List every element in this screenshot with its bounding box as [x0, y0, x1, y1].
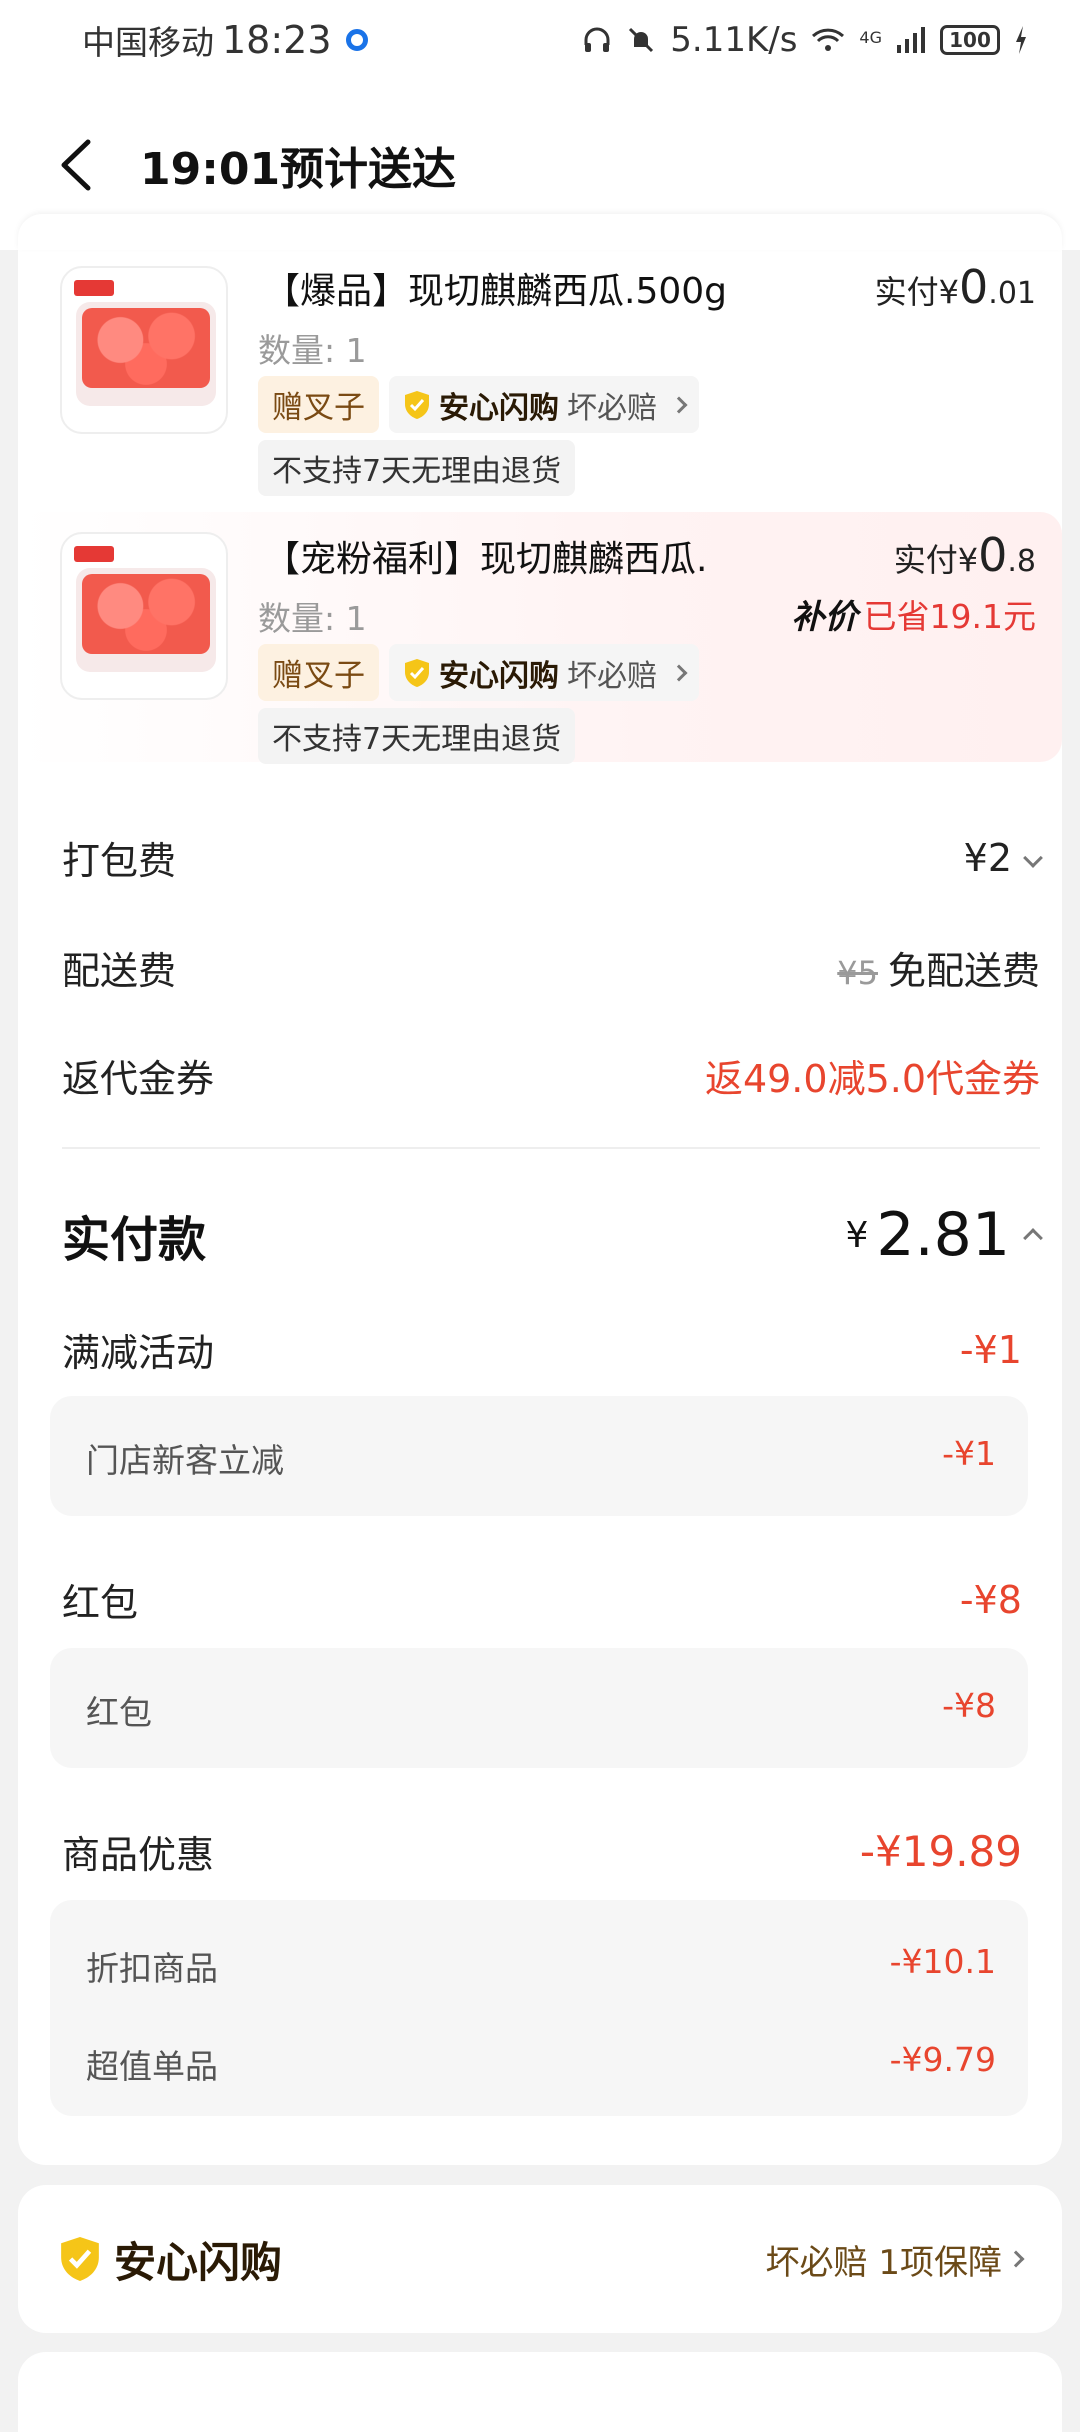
full-reduce-label: 满减活动 [62, 1331, 215, 1375]
divider [62, 1147, 1040, 1149]
signal-icon [897, 27, 925, 53]
total-value: ¥2.81 [846, 1200, 1043, 1270]
chevron-down-icon [1023, 847, 1043, 868]
total-label: 实付款 [62, 1212, 207, 1268]
headphones-icon [584, 27, 610, 52]
product-name: 【爆品】现切麒麟西瓜.500g [264, 271, 728, 312]
redpack-label: 红包 [62, 1581, 139, 1625]
net-speed: 5.11K/s [670, 20, 798, 60]
full-reduce-row: 满减活动 -¥1 [62, 1322, 1040, 1377]
charging-icon [1016, 26, 1026, 54]
product-price: 实付¥0.8 [893, 528, 1036, 582]
redpack-detail: 红包 -¥8 [50, 1648, 1028, 1768]
mute-bell-icon [629, 27, 654, 53]
goods-detail-value: -¥10.1 [889, 1942, 996, 1981]
wifi-icon [812, 28, 845, 51]
product-name: 【宠粉福利】现切麒麟西瓜. [264, 539, 708, 580]
card-top-edge [18, 214, 1062, 250]
carrier-name: 中国移动 [82, 23, 214, 62]
packing-fee-value: ¥2 [964, 836, 1043, 880]
brand-logo [74, 280, 114, 296]
total-row[interactable]: 实付款 ¥2.81 [62, 1200, 1043, 1270]
goods-detail-value: -¥9.79 [889, 2040, 996, 2079]
subsidy-badge: 补价 [791, 597, 858, 636]
delivery-fee-value: ¥5 免配送费 [837, 949, 1040, 993]
page-title: 19:01预计送达 [140, 144, 457, 195]
product-image[interactable] [60, 266, 228, 434]
assurance-title: 安心闪购 [114, 2237, 283, 2287]
original-delivery-fee: ¥5 [837, 954, 878, 992]
order-item[interactable]: 【宠粉福利】现切麒麟西瓜. 数量: 1 实付¥0.8 补价 已省19.1元 赠叉子… [18, 512, 1062, 764]
full-reduce-detail-value: -¥1 [942, 1434, 996, 1473]
back-button[interactable] [58, 135, 98, 195]
safe-purchase-tag[interactable]: 安心闪购 坏必赔 [389, 644, 699, 701]
next-card [18, 2352, 1062, 2432]
goods-discount-label: 商品优惠 [62, 1833, 215, 1877]
product-price: 实付¥0.01 [874, 260, 1036, 314]
goods-discount-value: -¥19.89 [859, 1827, 1022, 1876]
delivery-fee-label: 配送费 [62, 949, 177, 993]
goods-detail-label: 超值单品 [86, 2047, 218, 2086]
assurance-card[interactable]: 安心闪购 坏必赔 1项保障 [18, 2185, 1062, 2333]
product-image[interactable] [60, 532, 228, 700]
gift-tag: 赠叉子 [258, 644, 379, 701]
safe-purchase-tag[interactable]: 安心闪购 坏必赔 [389, 376, 699, 433]
chevron-left-icon [61, 139, 91, 191]
chevron-right-icon [1007, 2250, 1025, 2268]
full-reduce-detail: 门店新客立减 -¥1 [50, 1396, 1028, 1516]
chevron-up-icon [1023, 1228, 1043, 1248]
status-bar: 中国移动 18:23 5.11K/s 4G 100 [0, 0, 1080, 80]
shield-check-icon [61, 2237, 99, 2281]
product-quantity: 数量: 1 [258, 599, 367, 638]
redpack-value: -¥8 [959, 1577, 1022, 1622]
brand-logo [74, 546, 114, 562]
assurance-summary: 坏必赔 1项保障 [765, 2242, 1002, 2283]
chevron-right-icon [670, 664, 688, 681]
delivery-fee-row: 配送费 ¥5 免配送费 [62, 940, 1040, 995]
goods-discount-detail: 折扣商品 -¥10.1 超值单品 -¥9.79 [50, 1900, 1028, 2116]
goods-discount-row: 商品优惠 -¥19.89 [62, 1824, 1040, 1879]
chevron-right-icon [670, 396, 688, 413]
goods-detail-label: 折扣商品 [86, 1949, 218, 1988]
no-refund-note: 不支持7天无理由退货 [258, 708, 576, 764]
status-time: 18:23 [222, 18, 332, 62]
order-item[interactable]: 【爆品】现切麒麟西瓜.500g 数量: 1 实付¥0.01 赠叉子 安心闪购 坏必… [18, 258, 1062, 498]
network-type: 4G [859, 28, 882, 47]
product-quantity: 数量: 1 [258, 331, 367, 370]
coupon-value: 返49.0减5.0代金券 [704, 1057, 1040, 1101]
redpack-detail-value: -¥8 [942, 1686, 996, 1725]
shield-check-icon [405, 658, 429, 687]
coupon-row: 返代金券 返49.0减5.0代金券 [62, 1048, 1040, 1103]
redpack-detail-label: 红包 [86, 1693, 152, 1732]
battery-icon: 100 [940, 25, 1000, 55]
shield-check-icon [405, 390, 429, 419]
order-detail-card: 【爆品】现切麒麟西瓜.500g 数量: 1 实付¥0.01 赠叉子 安心闪购 坏必… [18, 214, 1062, 2165]
redpack-row: 红包 -¥8 [62, 1572, 1040, 1627]
savings-label: 补价 已省19.1元 [792, 590, 1036, 638]
gift-tag: 赠叉子 [258, 376, 379, 433]
packing-fee-row[interactable]: 打包费 ¥2 [62, 830, 1043, 885]
coupon-label: 返代金券 [62, 1057, 215, 1101]
full-reduce-detail-label: 门店新客立减 [86, 1441, 284, 1480]
app-notification-icon [345, 29, 368, 51]
packing-fee-label: 打包费 [62, 839, 177, 883]
full-reduce-value: -¥1 [959, 1327, 1022, 1372]
no-refund-note: 不支持7天无理由退货 [258, 440, 576, 496]
